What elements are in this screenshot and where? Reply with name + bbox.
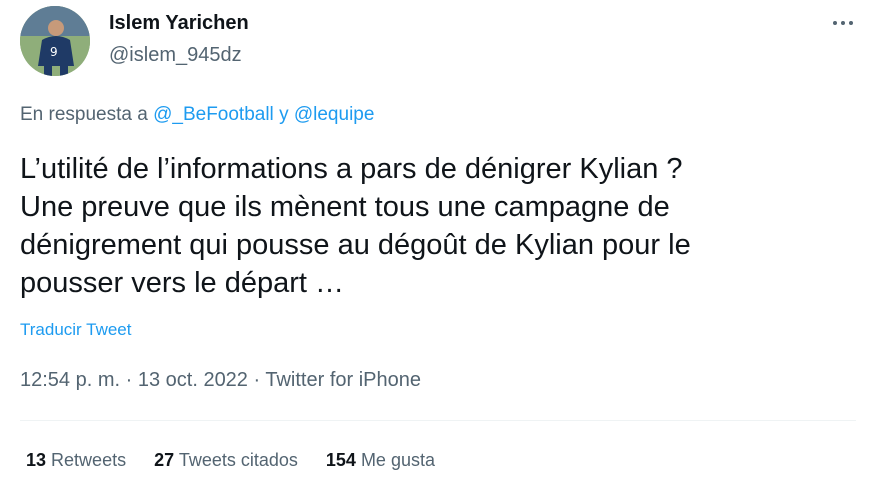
svg-text:9: 9 <box>50 45 58 59</box>
user-display-name[interactable]: Islem Yarichen <box>109 12 249 35</box>
reply-prefix: En respuesta a <box>20 104 154 125</box>
tweet-metadata: 12:54 p. m. · 13 oct. 2022 · Twitter for… <box>20 369 421 392</box>
quote-tweets-stat[interactable]: 27 Tweets citados <box>154 450 298 471</box>
mention-befootball[interactable]: @_BeFootball <box>153 104 274 125</box>
tweet-time[interactable]: 12:54 p. m. <box>20 369 120 391</box>
tweet-line: pousser vers le départ … <box>20 267 344 299</box>
tweet-date[interactable]: 13 oct. 2022 <box>138 369 248 391</box>
more-horizontal-icon[interactable] <box>826 8 860 38</box>
divider <box>20 420 856 421</box>
tweet-line: L’utilité de l’informations a pars de dé… <box>20 153 683 185</box>
translate-tweet-link[interactable]: Traducir Tweet <box>20 320 132 340</box>
mention-lequipe[interactable]: @lequipe <box>294 104 375 125</box>
tweet-text: L’utilité de l’informations a pars de dé… <box>20 150 860 302</box>
quotes-label: Tweets citados <box>178 450 298 470</box>
quotes-count: 27 <box>154 450 175 470</box>
likes-stat[interactable]: 154 Me gusta <box>326 450 435 471</box>
reply-context: En respuesta a @_BeFootball y @lequipe <box>20 104 374 126</box>
avatar[interactable]: 9 <box>20 6 90 76</box>
tweet-source[interactable]: Twitter for iPhone <box>265 369 421 391</box>
avatar-image: 9 <box>20 6 90 76</box>
meta-separator: · <box>247 369 266 391</box>
retweets-label: Retweets <box>51 450 127 470</box>
likes-count: 154 <box>325 450 356 470</box>
tweet-line: Une preuve que ils mènent tous une campa… <box>20 191 670 223</box>
user-handle[interactable]: @islem_945dz <box>109 44 242 67</box>
reply-joiner: y <box>273 104 294 125</box>
meta-separator: · <box>120 369 138 391</box>
retweets-count: 13 <box>26 450 47 470</box>
tweet-line: dénigrement qui pousse au dégoût de Kyli… <box>20 229 691 261</box>
likes-label: Me gusta <box>360 450 435 470</box>
tweet-stats: 13 Retweets 27 Tweets citados 154 Me gus… <box>26 450 435 471</box>
retweets-stat[interactable]: 13 Retweets <box>26 450 126 471</box>
